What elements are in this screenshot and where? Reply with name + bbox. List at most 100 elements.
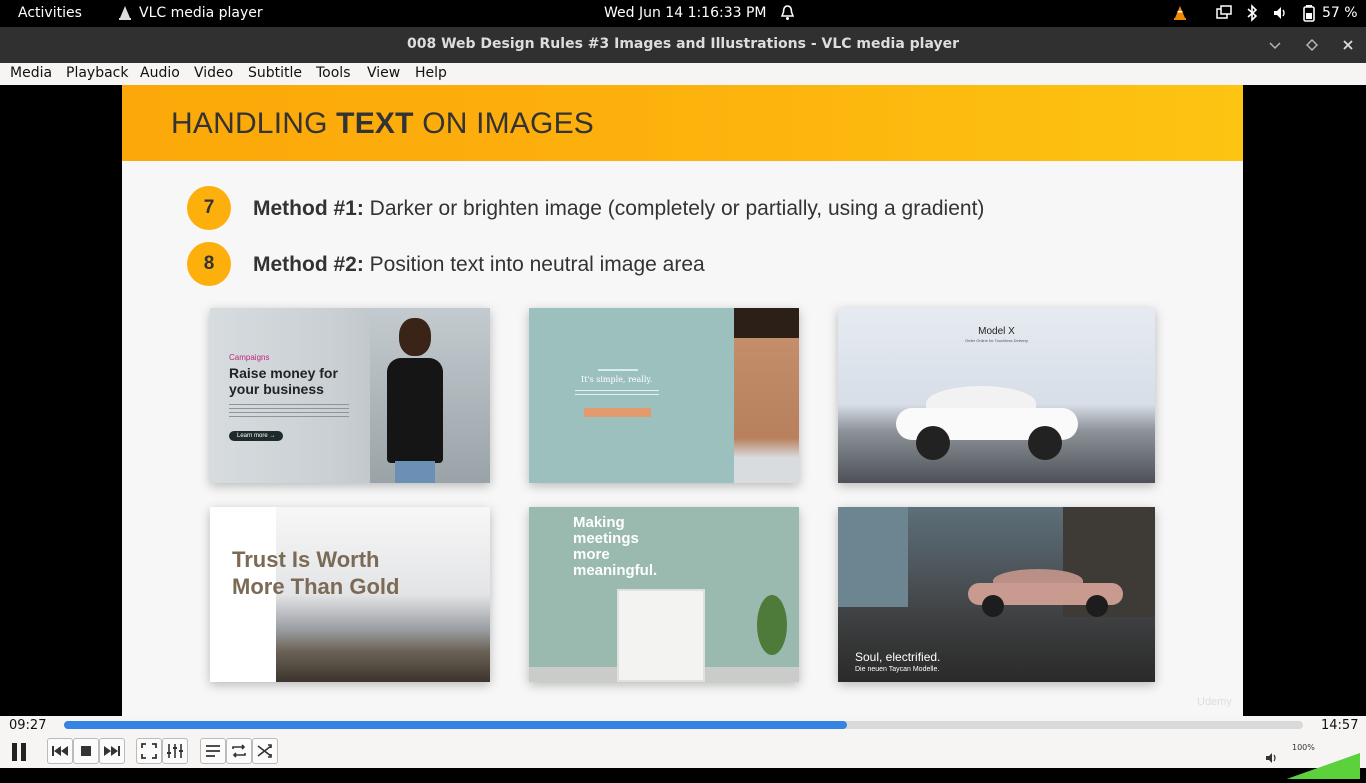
example-model-x-image: Model X Order Online for Touchless Deliv… bbox=[838, 308, 1155, 483]
example-campaign-image: Campaigns Raise money for your business … bbox=[210, 308, 490, 483]
udemy-watermark: Udemy bbox=[1197, 696, 1232, 708]
app-menu-label[interactable]: VLC media player bbox=[139, 5, 263, 21]
campaign-title-line1: Raise money for bbox=[229, 365, 338, 381]
fullscreen-button[interactable] bbox=[136, 738, 162, 764]
loop-icon bbox=[232, 744, 246, 758]
simple-eyebrow-line bbox=[598, 369, 638, 371]
volume-percent: 100% bbox=[1292, 743, 1315, 752]
shuffle-icon bbox=[257, 744, 272, 758]
example-trust-image: Trust Is Worth More Than Gold bbox=[210, 507, 490, 682]
clock[interactable]: Wed Jun 14 1:16:33 PM bbox=[604, 5, 767, 21]
taycan-subtitle: Die neuen Taycan Modelle. bbox=[855, 666, 940, 673]
simple-title: It's simple, really. bbox=[581, 375, 653, 384]
menu-help[interactable]: Help bbox=[415, 65, 447, 81]
example-meetings-image: Making meetings more meaningful. bbox=[529, 507, 799, 682]
trust-headline-line1: Trust Is Worth bbox=[232, 547, 380, 572]
trust-headline-line2: More Than Gold bbox=[232, 574, 400, 599]
example-taycan-image: Soul, electrified. Die neuen Taycan Mode… bbox=[838, 507, 1155, 682]
loop-button[interactable] bbox=[226, 738, 252, 764]
building-left bbox=[838, 507, 908, 607]
method-description: Darker or brighten image (completely or … bbox=[363, 197, 985, 220]
heading-part: ON IMAGES bbox=[413, 107, 595, 140]
elapsed-time: 09:27 bbox=[9, 718, 47, 733]
person-illustration bbox=[385, 316, 445, 483]
heading-bold-part: TEXT bbox=[336, 107, 414, 140]
model-x-title: Model X bbox=[978, 326, 1015, 337]
playlist-button[interactable] bbox=[200, 738, 226, 764]
system-top-bar: Activities VLC media player Wed Jun 14 1… bbox=[0, 0, 1366, 27]
plant bbox=[757, 595, 787, 655]
bell-icon bbox=[780, 4, 795, 25]
maximize-icon[interactable] bbox=[1305, 38, 1319, 56]
volume-slider[interactable] bbox=[1287, 753, 1360, 779]
meetings-line4: meaningful. bbox=[573, 562, 658, 579]
bluetooth-icon[interactable] bbox=[1246, 4, 1258, 26]
menu-audio[interactable]: Audio bbox=[140, 65, 180, 81]
next-button[interactable] bbox=[99, 738, 125, 764]
seek-bar[interactable] bbox=[64, 721, 1303, 729]
menu-subtitle[interactable]: Subtitle bbox=[248, 65, 302, 81]
model-x-subtitle: Order Online for Touchless Delivery bbox=[964, 338, 1029, 343]
close-icon[interactable] bbox=[1341, 38, 1355, 56]
simple-cta-button bbox=[584, 408, 651, 417]
campaign-title-line2: your business bbox=[229, 381, 324, 397]
taycan-title: Soul, electrified. bbox=[855, 650, 941, 664]
campaign-learn-more-button: Learn more → bbox=[229, 431, 284, 441]
shuffle-button[interactable] bbox=[252, 738, 278, 764]
slide-heading: HANDLING TEXT ON IMAGES bbox=[171, 107, 594, 141]
window-title: 008 Web Design Rules #3 Images and Illus… bbox=[406, 36, 960, 52]
meetings-line1: Making bbox=[573, 514, 625, 531]
fullscreen-icon bbox=[141, 743, 157, 759]
activities-button[interactable]: Activities bbox=[18, 5, 82, 21]
extended-settings-button[interactable] bbox=[162, 738, 188, 764]
battery-percent: 57 % bbox=[1322, 5, 1358, 21]
meetings-line2: meetings bbox=[573, 530, 639, 547]
speaker-icon[interactable] bbox=[1265, 751, 1279, 769]
vlc-tray-icon[interactable] bbox=[1173, 5, 1187, 25]
meeting-booth bbox=[617, 589, 705, 682]
method-number-badge: 8 bbox=[187, 242, 231, 286]
minimize-icon[interactable] bbox=[1268, 38, 1282, 56]
campaign-body-lines bbox=[229, 404, 349, 418]
menu-bar: Media Playback Audio Video Subtitle Tool… bbox=[0, 63, 1366, 85]
slide-header: HANDLING TEXT ON IMAGES bbox=[122, 85, 1243, 161]
seek-bar-progress bbox=[64, 721, 848, 729]
heading-part: HANDLING bbox=[171, 107, 337, 140]
simple-body-lines bbox=[575, 390, 659, 398]
method-1-text: Method #1: Darker or brighten image (com… bbox=[253, 197, 984, 221]
volume-icon[interactable] bbox=[1273, 5, 1289, 25]
battery-icon[interactable] bbox=[1302, 4, 1316, 26]
white-car-illustration bbox=[896, 386, 1078, 460]
method-2-text: Method #2: Position text into neutral im… bbox=[253, 253, 705, 277]
meetings-line3: more bbox=[573, 546, 610, 563]
total-time: 14:57 bbox=[1321, 718, 1359, 733]
menu-playback[interactable]: Playback bbox=[66, 65, 128, 81]
menu-media[interactable]: Media bbox=[10, 65, 52, 81]
menu-view[interactable]: View bbox=[367, 65, 400, 81]
pause-icon bbox=[12, 743, 26, 761]
equalizer-icon bbox=[167, 744, 183, 758]
pink-car-illustration bbox=[968, 569, 1123, 617]
method-label: Method #1: bbox=[253, 197, 364, 220]
video-area[interactable]: HANDLING TEXT ON IMAGES 7 Method #1: Dar… bbox=[0, 85, 1366, 716]
video-frame-slide: HANDLING TEXT ON IMAGES 7 Method #1: Dar… bbox=[122, 85, 1243, 716]
skip-back-icon bbox=[52, 746, 68, 756]
window-title-bar[interactable]: 008 Web Design Rules #3 Images and Illus… bbox=[0, 27, 1366, 63]
pause-button[interactable] bbox=[4, 738, 34, 766]
player-controls: 09:27 14:57 100% bbox=[0, 716, 1366, 779]
campaign-tag: Campaigns bbox=[229, 353, 270, 362]
menu-video[interactable]: Video bbox=[194, 65, 233, 81]
previous-button[interactable] bbox=[47, 738, 73, 764]
smiling-face-illustration bbox=[734, 308, 799, 483]
stop-button[interactable] bbox=[73, 738, 99, 764]
vlc-cone-icon bbox=[118, 5, 132, 25]
menu-tools[interactable]: Tools bbox=[316, 65, 351, 81]
example-simple-image: It's simple, really. bbox=[529, 308, 799, 483]
method-description: Position text into neutral image area bbox=[363, 253, 705, 276]
method-label: Method #2: bbox=[253, 253, 364, 276]
screen-share-icon[interactable] bbox=[1216, 5, 1232, 25]
stop-icon bbox=[81, 746, 91, 756]
method-number-badge: 7 bbox=[187, 186, 231, 230]
playlist-icon bbox=[206, 745, 220, 757]
skip-forward-icon bbox=[104, 746, 120, 756]
